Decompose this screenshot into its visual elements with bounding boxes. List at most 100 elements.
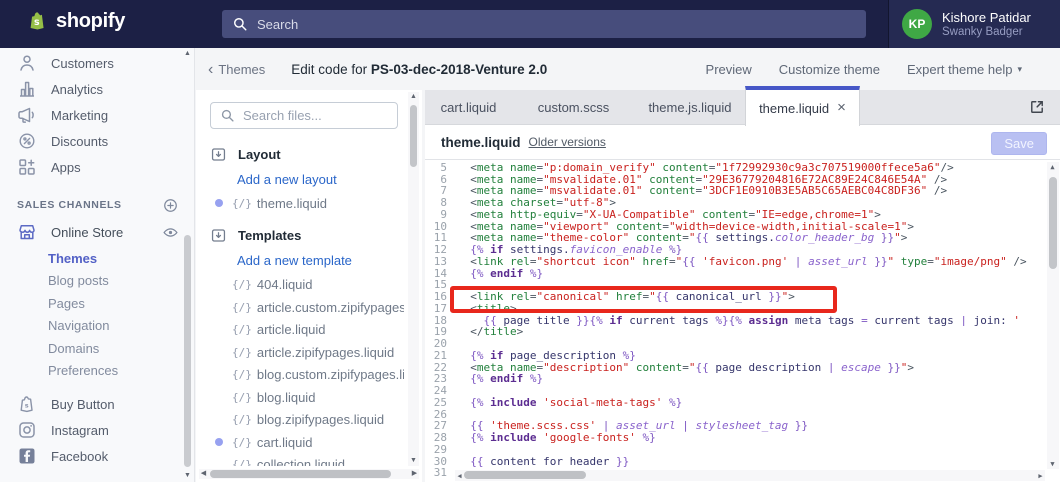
scroll-left-arrow[interactable]: ◀ <box>455 471 464 481</box>
file-item-article-custom-zipifypages-liqu[interactable]: {/}article.custom.zipifypages.liqu <box>196 296 404 319</box>
fold-arrow-icon[interactable]: ▾ <box>447 303 457 315</box>
sidebar-item-discounts[interactable]: Discounts <box>0 128 194 154</box>
expand-icon[interactable] <box>1028 98 1046 116</box>
file-item-404-liquid[interactable]: {/}404.liquid <box>196 274 404 297</box>
tab-label: custom.scss <box>538 100 610 115</box>
file-item-blog-zipifypages-liquid[interactable]: {/}blog.zipifypages.liquid <box>196 409 404 432</box>
sidebar-item-domains[interactable]: Domains <box>0 337 194 360</box>
code-line-29[interactable]: 29 <box>425 444 1060 456</box>
file-item-theme-liquid[interactable]: {/}theme.liquid <box>196 192 404 215</box>
code-line-9[interactable]: 9 <meta http-equiv="X-UA-Compatible" con… <box>425 209 1060 221</box>
header-action-expert-theme-help[interactable]: Expert theme help▾ <box>907 62 1022 77</box>
code-line-6[interactable]: 6 <meta name="msvalidate.01" content="29… <box>425 174 1060 186</box>
code-line-18[interactable]: 18 {{ page_title }}{% if current_tags %}… <box>425 315 1060 327</box>
files-search-input[interactable]: Search files... <box>210 102 398 129</box>
code-line-7[interactable]: 7 <meta name="msvalidate.01" content="3D… <box>425 185 1060 197</box>
scroll-up-arrow[interactable]: ▲ <box>409 93 418 101</box>
code-line-22[interactable]: 22 <meta name="description" content="{{ … <box>425 362 1060 374</box>
plus-circle-icon[interactable] <box>162 197 179 214</box>
code-line-27[interactable]: 27 {{ 'theme.scss.css' | asset_url | sty… <box>425 420 1060 432</box>
scroll-up-arrow[interactable]: ▲ <box>1048 163 1057 171</box>
sidebar-item-facebook[interactable]: Facebook <box>0 443 194 469</box>
sidebar-item-themes[interactable]: Themes <box>0 247 194 270</box>
user-menu[interactable]: KP Kishore Patidar Swanky Badger <box>888 0 1060 48</box>
sidebar-item-buy-button[interactable]: sBuy Button <box>0 391 194 417</box>
code-text: {% if page_description %} <box>457 350 1060 362</box>
code-line-16[interactable]: 16 <link rel="canonical" href="{{ canoni… <box>425 291 1060 303</box>
sidebar-item-online-store[interactable]: Online Store <box>0 219 194 245</box>
eye-icon[interactable] <box>162 224 179 241</box>
file-panel-scrollbar[interactable]: ▲ ▼ <box>408 92 419 466</box>
header-action-preview[interactable]: Preview <box>706 62 752 77</box>
code-line-23[interactable]: 23 {% endif %} <box>425 373 1060 385</box>
sidebar-item-instagram[interactable]: Instagram <box>0 417 194 443</box>
code-line-30[interactable]: 30 {{ content_for_header }} <box>425 456 1060 468</box>
add-link-add-a-new-layout[interactable]: Add a new layout <box>196 166 404 192</box>
code-line-10[interactable]: 10 <meta name="viewport" content="width=… <box>425 221 1060 233</box>
tab-cart-liquid[interactable]: cart.liquid <box>425 90 512 124</box>
close-icon[interactable]: × <box>837 101 846 115</box>
add-link-add-a-new-template[interactable]: Add a new template <box>196 248 404 274</box>
file-item-blog-liquid[interactable]: {/}blog.liquid <box>196 386 404 409</box>
code-line-20[interactable]: 20 <box>425 338 1060 350</box>
editor-hscrollbar-thumb[interactable] <box>464 471 586 479</box>
sidebar-item-blog-posts[interactable]: Blog posts <box>0 270 194 293</box>
code-line-13[interactable]: 13 <link rel="shortcut icon" href="{{ 'f… <box>425 256 1060 268</box>
code-line-26[interactable]: 26 <box>425 409 1060 421</box>
file-panel-hscrollbar-thumb[interactable] <box>210 470 391 478</box>
file-section-header[interactable]: Layout <box>196 142 404 166</box>
search-input[interactable]: Search <box>222 10 866 38</box>
file-item-cart-liquid[interactable]: {/}cart.liquid <box>196 431 404 454</box>
code-line-8[interactable]: 8 <meta charset="utf-8"> <box>425 197 1060 209</box>
code-line-19[interactable]: 19 </title> <box>425 326 1060 338</box>
code-line-24[interactable]: 24 <box>425 385 1060 397</box>
code-line-28[interactable]: 28 {% include 'google-fonts' %} <box>425 432 1060 444</box>
editor-hscrollbar[interactable]: ◀ ▶ <box>455 470 1045 481</box>
older-versions-link[interactable]: Older versions <box>529 135 606 149</box>
tab-theme-js-liquid[interactable]: theme.js.liquid <box>635 90 745 124</box>
save-button[interactable]: Save <box>991 132 1047 155</box>
file-item-article-liquid[interactable]: {/}article.liquid <box>196 319 404 342</box>
code-line-14[interactable]: 14 {% endif %} <box>425 268 1060 280</box>
scroll-right-arrow[interactable]: ▶ <box>410 469 419 479</box>
section-name: Templates <box>238 228 301 243</box>
code-line-11[interactable]: 11 <meta name="theme-color" content="{{ … <box>425 232 1060 244</box>
tab-custom-scss[interactable]: custom.scss <box>512 90 635 124</box>
tab-theme-liquid[interactable]: theme.liquid× <box>745 86 860 126</box>
scroll-left-arrow[interactable]: ◀ <box>199 469 208 479</box>
shopify-logo[interactable]: s shopify <box>27 10 125 33</box>
editor-scrollbar-thumb[interactable] <box>1049 177 1057 269</box>
code-line-17[interactable]: 17▾ <title> <box>425 303 1060 315</box>
file-item-collection-liquid[interactable]: {/}collection.liquid <box>196 454 404 467</box>
scroll-down-arrow[interactable]: ▼ <box>409 457 418 465</box>
sidebar-item-navigation[interactable]: Navigation <box>0 315 194 338</box>
code-line-5[interactable]: 5 <meta name="p:domain_verify" content="… <box>425 162 1060 174</box>
scroll-up-arrow[interactable]: ▲ <box>183 50 192 58</box>
file-item-blog-custom-zipifypages-liquid[interactable]: {/}blog.custom.zipifypages.liquid <box>196 364 404 387</box>
sidebar-item-preferences[interactable]: Preferences <box>0 360 194 383</box>
back-to-themes-link[interactable]: ‹ Themes <box>208 62 265 77</box>
file-panel-scrollbar-thumb[interactable] <box>410 105 417 167</box>
sidebar-item-analytics[interactable]: Analytics <box>0 76 194 102</box>
scroll-right-arrow[interactable]: ▶ <box>1036 471 1045 481</box>
sidebar-item-customers[interactable]: Customers <box>0 50 194 76</box>
chevron-down-icon: ▾ <box>1017 64 1022 75</box>
editor-scrollbar[interactable]: ▲ ▼ <box>1047 162 1059 469</box>
sidebar-scrollbar-thumb[interactable] <box>184 235 191 467</box>
file-item-article-zipifypages-liquid[interactable]: {/}article.zipifypages.liquid <box>196 341 404 364</box>
file-section-header[interactable]: Templates <box>196 224 404 248</box>
line-number: 21 <box>425 350 447 362</box>
code-line-15[interactable]: 15 <box>425 279 1060 291</box>
header-action-customize-theme[interactable]: Customize theme <box>779 62 880 77</box>
code-area[interactable]: 4▾<head>5 <meta name="p:domain_verify" c… <box>425 160 1060 482</box>
sidebar-item-marketing[interactable]: Marketing <box>0 102 194 128</box>
sidebar-item-pages[interactable]: Pages <box>0 292 194 315</box>
scroll-down-arrow[interactable]: ▼ <box>1048 460 1057 468</box>
scroll-down-arrow[interactable]: ▼ <box>183 472 192 480</box>
sidebar-scrollbar[interactable]: ▲ ▼ <box>183 49 192 481</box>
file-panel-hscrollbar[interactable]: ◀ ▶ <box>199 469 419 479</box>
code-line-12[interactable]: 12 {% if settings.favicon_enable %} <box>425 244 1060 256</box>
code-line-21[interactable]: 21 {% if page_description %} <box>425 350 1060 362</box>
sidebar-item-apps[interactable]: Apps <box>0 154 194 180</box>
code-line-25[interactable]: 25 {% include 'social-meta-tags' %} <box>425 397 1060 409</box>
